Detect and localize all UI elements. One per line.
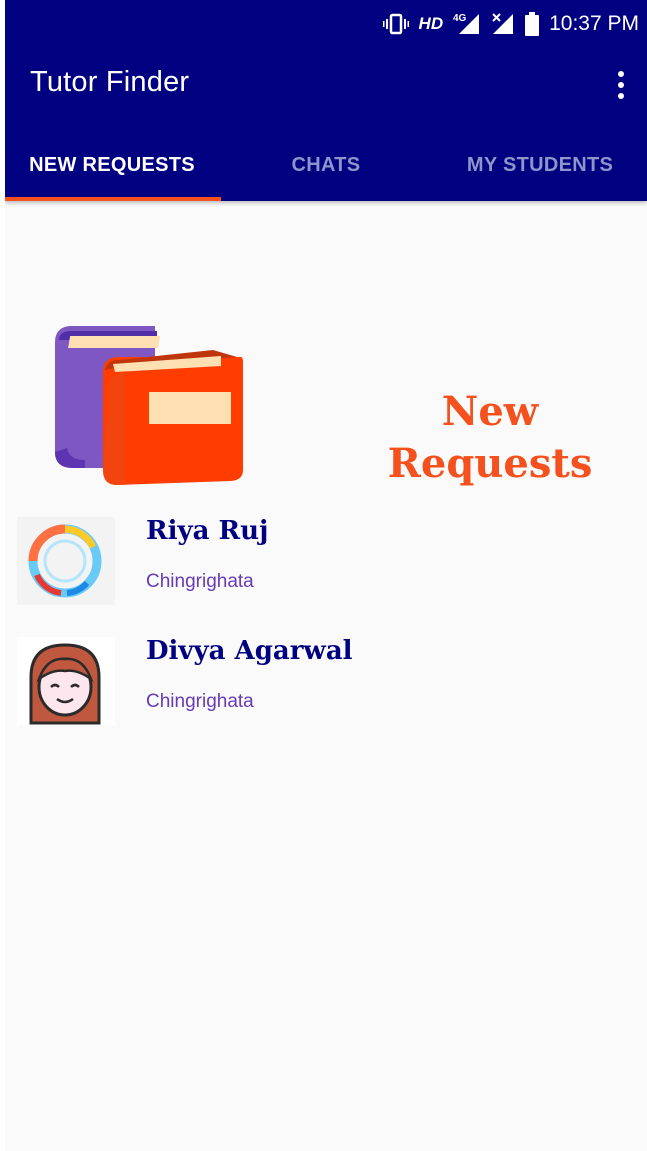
- app-bar: HD 4G 10:37 PM Tutor Finder NEW REQUESTS…: [5, 0, 647, 201]
- request-location: Chingrighata: [146, 571, 254, 592]
- overflow-menu-dot: [618, 93, 624, 99]
- banner-heading: New Requests: [365, 386, 615, 490]
- girl-face-avatar: [17, 637, 115, 725]
- banner-heading-line1: New: [441, 388, 539, 435]
- tab-chats[interactable]: CHATS: [219, 130, 433, 201]
- books-icon: [45, 320, 250, 495]
- tab-new-requests[interactable]: NEW REQUESTS: [5, 130, 219, 201]
- clock: 10:37 PM: [549, 12, 639, 35]
- signal-icon: 4G: [453, 12, 481, 36]
- screen: HD 4G 10:37 PM Tutor Finder NEW REQUESTS…: [5, 0, 647, 1151]
- network-gen-label: 4G: [453, 13, 467, 24]
- swirl-avatar: [17, 517, 115, 605]
- battery-icon: [525, 12, 540, 36]
- request-name: Divya Agarwal: [146, 636, 353, 666]
- status-bar: HD 4G 10:37 PM: [5, 0, 647, 48]
- tab-bar: NEW REQUESTS CHATS MY STUDENTS: [5, 130, 647, 201]
- status-icons: HD 4G 10:37 PM: [382, 8, 639, 40]
- list-item[interactable]: Riya Ruj Chingrighata: [5, 510, 647, 630]
- app-title: Tutor Finder: [30, 66, 190, 98]
- overflow-menu-icon: [618, 71, 624, 77]
- request-list: Riya Ruj Chingrighata Divya Agarwal Chin…: [5, 510, 647, 750]
- no-signal-icon: [491, 12, 515, 36]
- request-location: Chingrighata: [146, 691, 254, 712]
- tab-my-students[interactable]: MY STUDENTS: [433, 130, 647, 201]
- banner-heading-line2: Requests: [387, 440, 593, 487]
- overflow-menu-button[interactable]: [609, 68, 633, 102]
- list-item[interactable]: Divya Agarwal Chingrighata: [5, 630, 647, 750]
- hd-label: HD: [418, 14, 444, 33]
- overflow-menu-dot: [618, 82, 624, 88]
- tab-indicator: [5, 197, 221, 201]
- request-name: Riya Ruj: [146, 516, 269, 546]
- vibrate-icon: [382, 13, 409, 35]
